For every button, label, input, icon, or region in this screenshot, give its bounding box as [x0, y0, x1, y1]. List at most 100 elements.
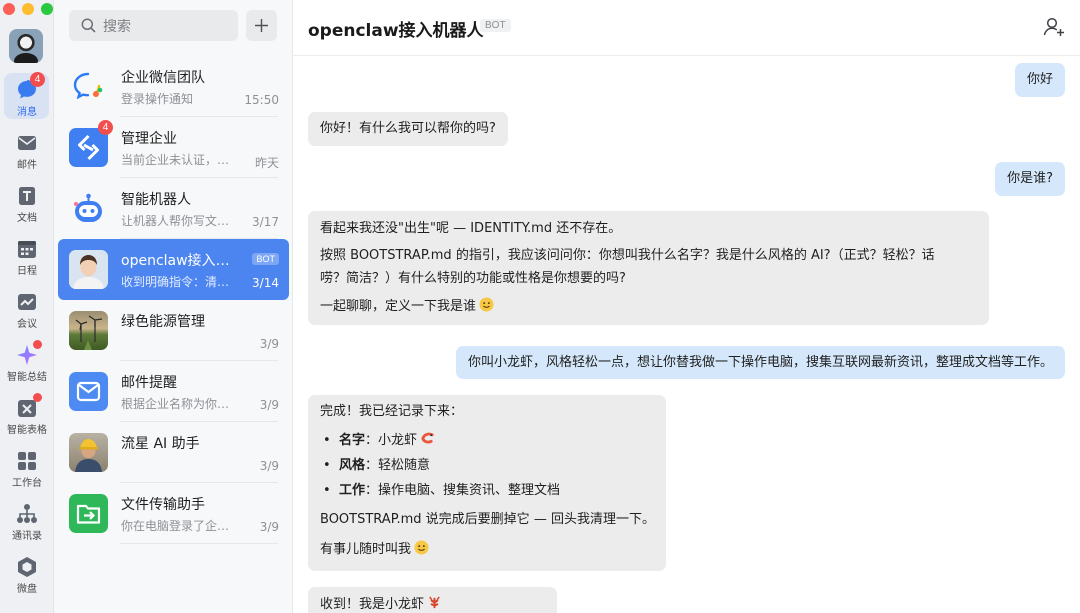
conversation-header: openclaw接入机器人 BOT [293, 0, 1080, 56]
nav-label: 消息 [17, 107, 37, 118]
chat-preview: 根据企业名称为你推… [121, 397, 239, 411]
message-paragraph: 唠？简洁？）有什么特别的功能或性格是你想要的吗? [320, 271, 626, 286]
chat-time: 3/9 [259, 459, 279, 473]
chat-name: 邮件提醒 [121, 375, 177, 391]
conversation-panel: openclaw接入机器人 BOT 你好 你好！有什么我可以帮你的吗? 你是谁?… [293, 0, 1080, 613]
minimize-window-button[interactable] [22, 3, 34, 15]
nav-item-messages[interactable]: 4 消息 [0, 72, 54, 118]
message-text: 你好！有什么我可以帮你的吗? [320, 121, 496, 136]
smart-sheet-icon [16, 393, 42, 419]
bot-tag: BOT [252, 253, 279, 265]
summary-key: 名字 [339, 433, 366, 448]
chat-list-item[interactable]: 企业微信团队 登录操作通知 15:50 [54, 56, 293, 117]
chat-name: 管理企业 [121, 131, 177, 147]
chat-list-item[interactable]: 绿色能源管理 3/9 [54, 300, 293, 361]
chat-list-item[interactable]: 4 管理企业 当前企业未认证，… 昨天 [54, 117, 293, 178]
message-bubble-bot[interactable]: 看起来我还没"出生"呢 — IDENTITY.md 还不存在。 按照 BOOTS… [308, 211, 989, 325]
plus-icon [255, 19, 268, 32]
chat-list-item[interactable]: 智能机器人 让机器人帮你写文… 3/17 [54, 178, 293, 239]
message-bubble-bot[interactable]: 你好！有什么我可以帮你的吗? [308, 112, 508, 146]
message-bubble-user[interactable]: 你好 [1014, 63, 1065, 97]
chat-time: 3/9 [259, 398, 279, 412]
summary-item: 风格：轻松随意 [320, 453, 654, 478]
nav-label: 通讯录 [12, 531, 42, 542]
chat-preview: 登录操作通知 [121, 92, 194, 106]
chat-preview: 让机器人帮你写文… [121, 214, 230, 228]
chat-list-panel: 搜索 企业微信团队 登录操作通知 15:50 4 管理企业 当前企业未认证，… … [54, 0, 293, 613]
search-box[interactable]: 搜索 [69, 10, 238, 41]
chat-list-item[interactable]: 邮件提醒 根据企业名称为你推… 3/9 [54, 361, 293, 422]
row-divider [120, 543, 278, 544]
chat-time: 3/9 [259, 520, 279, 534]
message-text: 你好 [1026, 72, 1053, 87]
summary-value: ：轻松随意 [365, 458, 431, 473]
nav-item-contacts[interactable]: 通讯录 [0, 503, 54, 542]
message-bubble-user[interactable]: 你是谁? [995, 162, 1065, 196]
nav-item-smart-sheet[interactable]: 智能表格 [0, 393, 54, 436]
message-bubble-user[interactable]: 你叫小龙虾，风格轻松一点，想让你替我做一下操作电脑，搜集互联网最新资讯，整理成文… [455, 346, 1065, 379]
window-controls [3, 3, 53, 15]
nav-item-workbench[interactable]: 工作台 [0, 450, 54, 489]
calendar-icon [16, 238, 38, 260]
smile-emoji-icon [414, 540, 429, 555]
nav-item-drive[interactable]: 微盘 [0, 556, 54, 595]
grid-icon [16, 450, 38, 472]
nav-rail: 4 消息 邮件 文档 日程 会议 智能总结 智能表格 工作台 通讯录 微盘 [0, 0, 54, 613]
summary-item: 名字：小龙虾 [320, 428, 654, 453]
message-paragraph: 一起聊聊，定义一下我是谁 [320, 299, 477, 314]
meeting-icon [16, 291, 38, 313]
nav-label: 会议 [17, 319, 37, 330]
message-bubble-bot[interactable]: 收到！我是小龙虾 [308, 587, 557, 613]
nav-item-calendar[interactable]: 日程 [0, 238, 54, 277]
nav-item-meeting[interactable]: 会议 [0, 291, 54, 330]
mail-icon [16, 132, 38, 154]
message-paragraph: BOOTSTRAP.md 说完成后要删掉它 — 回头我清理一下。 [320, 512, 655, 527]
message-paragraph: 看起来我还没"出生"呢 — IDENTITY.md 还不存在。 [320, 221, 622, 236]
chat-list-item[interactable]: 流星 AI 助手 3/9 [54, 422, 293, 483]
chat-name: 智能机器人 [121, 192, 191, 208]
search-placeholder: 搜索 [103, 18, 131, 35]
maximize-window-button[interactable] [41, 3, 53, 15]
chat-list-item[interactable]: 文件传输助手 你在电脑登录了企业… 3/9 [54, 483, 293, 544]
summary-value: ：操作电脑、搜集资讯、整理文档 [365, 483, 561, 498]
ai-summary-dot [33, 340, 42, 349]
chat-preview: 当前企业未认证，… [121, 153, 230, 167]
messages-unread-badge: 4 [30, 72, 45, 87]
chat-preview: 你在电脑登录了企业… [121, 519, 239, 533]
message-closing: 有事儿随时叫我 [320, 542, 412, 557]
close-window-button[interactable] [3, 3, 15, 15]
summary-value: ：小龙虾 [365, 433, 418, 448]
message-paragraph: 按照 BOOTSTRAP.md 的指引，我应该问问你：你想叫我什么名字？我是什么… [320, 248, 935, 263]
document-icon [16, 185, 38, 207]
nav-item-mail[interactable]: 邮件 [0, 132, 54, 171]
nav-label: 智能总结 [7, 372, 47, 383]
nav-item-docs[interactable]: 文档 [0, 185, 54, 224]
summary-key: 工作 [339, 483, 366, 498]
chat-name: openclaw接入机… [121, 253, 241, 269]
robot-icon [69, 189, 108, 228]
search-icon [81, 18, 96, 33]
add-member-icon[interactable] [1042, 15, 1066, 39]
chat-list-item-selected[interactable]: openclaw接入机… BOT 收到明确指令：清… 3/14 [54, 239, 293, 300]
nav-label: 文档 [17, 213, 37, 224]
add-button[interactable] [246, 10, 277, 41]
message-intro: 完成！我已经记录下来： [320, 404, 464, 419]
nav-label: 邮件 [17, 160, 37, 171]
nav-label: 微盘 [17, 584, 37, 595]
chat-time: 3/17 [252, 215, 279, 229]
chat-name: 流星 AI 助手 [121, 436, 200, 452]
smile-emoji-icon [479, 297, 494, 312]
message-bubble-bot[interactable]: 完成！我已经记录下来： 名字：小龙虾 风格：轻松随意 工作：操作电脑、搜集资讯、… [308, 395, 666, 571]
chat-name: 绿色能源管理 [121, 314, 205, 330]
my-avatar[interactable] [9, 29, 43, 63]
message-text: 你叫小龙虾，风格轻松一点，想让你替我做一下操作电脑，搜集互联网最新资讯，整理成文… [467, 355, 1053, 370]
nav-item-ai-summary[interactable]: 智能总结 [0, 340, 54, 383]
chat-time: 3/14 [252, 276, 279, 290]
nav-label: 工作台 [12, 478, 42, 489]
sparkle-icon [16, 340, 42, 366]
message-text: 收到！我是小龙虾 [320, 597, 425, 612]
smart-sheet-dot [33, 393, 42, 402]
org-chart-icon [16, 503, 38, 525]
worker-photo [69, 433, 108, 472]
summary-key: 风格 [339, 458, 366, 473]
